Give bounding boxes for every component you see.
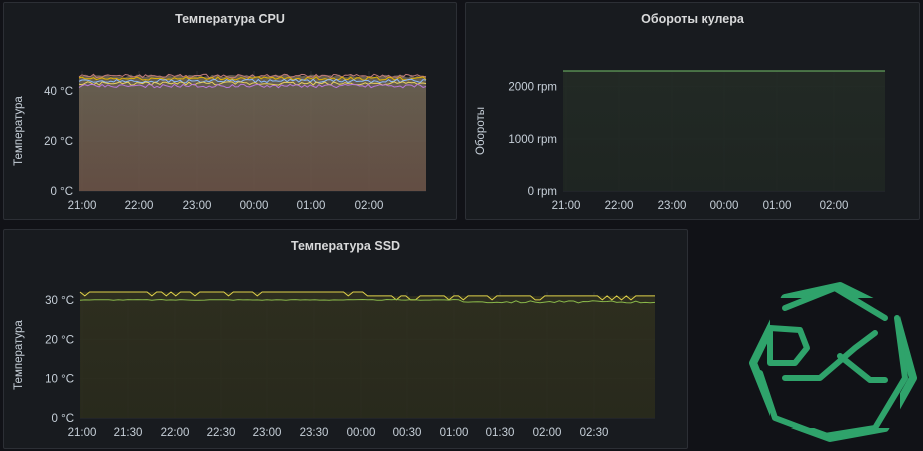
series-area-fill [563,71,885,191]
x-tick-label: 00:00 [347,427,376,439]
x-tick-label: 21:00 [552,200,581,212]
y-tick-label: 0 °C [51,186,74,198]
y-tick-label: 10 °C [45,374,74,386]
x-tick-label: 22:00 [605,200,634,212]
x-tick-label: 22:00 [161,427,190,439]
y-tick-label: 20 °C [45,334,74,346]
x-tick-label: 02:30 [580,427,609,439]
ssd-temperature-chart: 0 °C 10 °C 20 °C 30 °C 21:00 21:30 22:00 22:30 2… [13,291,656,439]
x-tick-label: 00:00 [240,200,269,212]
x-tick-label: 21:00 [68,200,97,212]
y-tick-label: 40 °C [44,86,73,98]
y-tick-label: 0 rpm [528,186,557,198]
x-tick-label: 23:30 [300,427,329,439]
x-tick-label: 00:30 [393,427,422,439]
x-tick-label: 01:00 [297,200,326,212]
pk-logo-icon [749,282,917,442]
x-tick-label: 01:30 [486,427,515,439]
x-tick-label: 23:00 [183,200,212,212]
series-area-fill [79,74,426,191]
series-area-fill [80,291,655,418]
y-tick-label: 1000 rpm [508,134,557,146]
x-tick-label: 01:00 [763,200,792,212]
x-tick-label: 22:00 [125,200,154,212]
x-tick-label: 02:00 [355,200,384,212]
x-tick-label: 01:00 [440,427,469,439]
x-tick-label: 23:00 [253,427,282,439]
cpu-temperature-chart: 0 °C 20 °C 40 °C 21:00 22:00 23:00 00:00 01:00 0… [13,71,427,212]
x-tick-label: 21:30 [114,427,143,439]
x-tick-label: 21:00 [68,427,97,439]
y-tick-label: 20 °C [44,136,73,148]
y-axis-label: Температура [13,320,25,390]
x-tick-label: 23:00 [658,200,687,212]
panel-cooler-rpm: Обороты кулера 0 rpm 1000 rpm 2000 rpm 21:0… [465,2,920,220]
x-tick-label: 22:30 [207,427,236,439]
panel-ssd-temperature: Температура SSD 0 °C 10 °C 20 °C 30 °C 21:00… [3,229,688,449]
y-tick-label: 0 °C [52,413,75,425]
y-tick-label: 2000 rpm [508,82,557,94]
cooler-rpm-chart: 0 rpm 1000 rpm 2000 rpm 21:00 22:00 23:00 00:0… [475,70,885,212]
x-tick-label: 00:00 [710,200,739,212]
y-axis-label: Температура [13,96,25,166]
y-axis-label: Обороты [475,107,487,155]
panel-cpu-temperature: Температура CPU 0 °C 20 °C 40 °C 21:00 22:00… [3,2,457,220]
x-tick-label: 02:00 [533,427,562,439]
y-tick-label: 30 °C [45,295,74,307]
x-tick-label: 02:00 [820,200,849,212]
